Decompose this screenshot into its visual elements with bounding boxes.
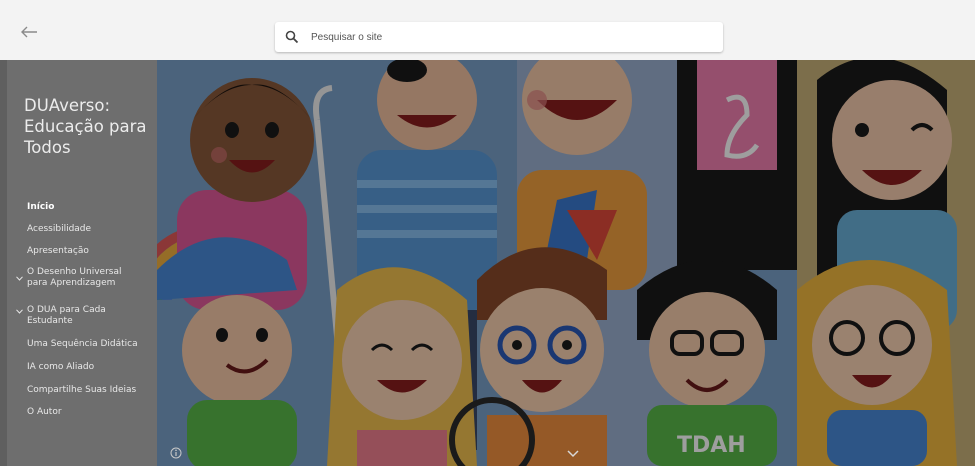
hero-banner: TDAH: [157, 60, 975, 466]
search-input[interactable]: [311, 27, 711, 47]
sidebar-item-label-line2: para Aprendizagem: [27, 278, 116, 288]
sidebar-item-ia-como-aliado[interactable]: IA como Aliado: [7, 360, 157, 374]
sidebar-item-label-line1: O DUA para Cada: [27, 305, 106, 315]
sidebar-item-label: Apresentação: [27, 246, 89, 256]
sidebar-item-inicio[interactable]: Início: [7, 200, 157, 214]
search-box[interactable]: [275, 22, 723, 52]
back-arrow-icon[interactable]: [19, 24, 39, 40]
sidebar-item-compartilhe-ideias[interactable]: Compartilhe Suas Ideias: [7, 383, 157, 397]
sidebar-item-label: IA como Aliado: [27, 362, 95, 372]
site-title: DUAverso: Educação para Todos: [24, 96, 147, 157]
hero-illustration: TDAH: [157, 60, 975, 466]
sidebar-item-acessibilidade[interactable]: Acessibilidade: [7, 222, 157, 236]
top-bar: [0, 0, 975, 60]
search-icon: [285, 30, 299, 44]
sidebar-item-label: Acessibilidade: [27, 224, 92, 234]
sidebar-item-apresentacao[interactable]: Apresentação: [7, 244, 157, 258]
sidebar-item-label: Uma Sequência Didática: [27, 339, 138, 349]
sidebar-item-label-line2: Estudante: [27, 316, 73, 326]
sidebar-item-label-line1: O Desenho Universal: [27, 267, 122, 277]
chevron-down-icon[interactable]: [16, 309, 23, 314]
sidebar-item-o-autor[interactable]: O Autor: [7, 405, 157, 419]
sidebar-item-label: Compartilhe Suas Ideias: [27, 385, 137, 395]
scroll-down-chevron-icon[interactable]: [567, 450, 579, 458]
chevron-down-icon[interactable]: [16, 276, 23, 281]
info-icon[interactable]: [170, 447, 182, 459]
page-edge: [0, 60, 7, 466]
sidebar-item-dua-cada-estudante[interactable]: O DUA para Cada Estudante: [7, 303, 157, 329]
sidebar-item-label: O Autor: [27, 407, 62, 417]
sidebar-item-label: Início: [27, 202, 55, 212]
sidebar-item-desenho-universal[interactable]: O Desenho Universal para Aprendizagem: [7, 265, 157, 291]
sidebar-item-sequencia-didatica[interactable]: Uma Sequência Didática: [7, 337, 157, 351]
